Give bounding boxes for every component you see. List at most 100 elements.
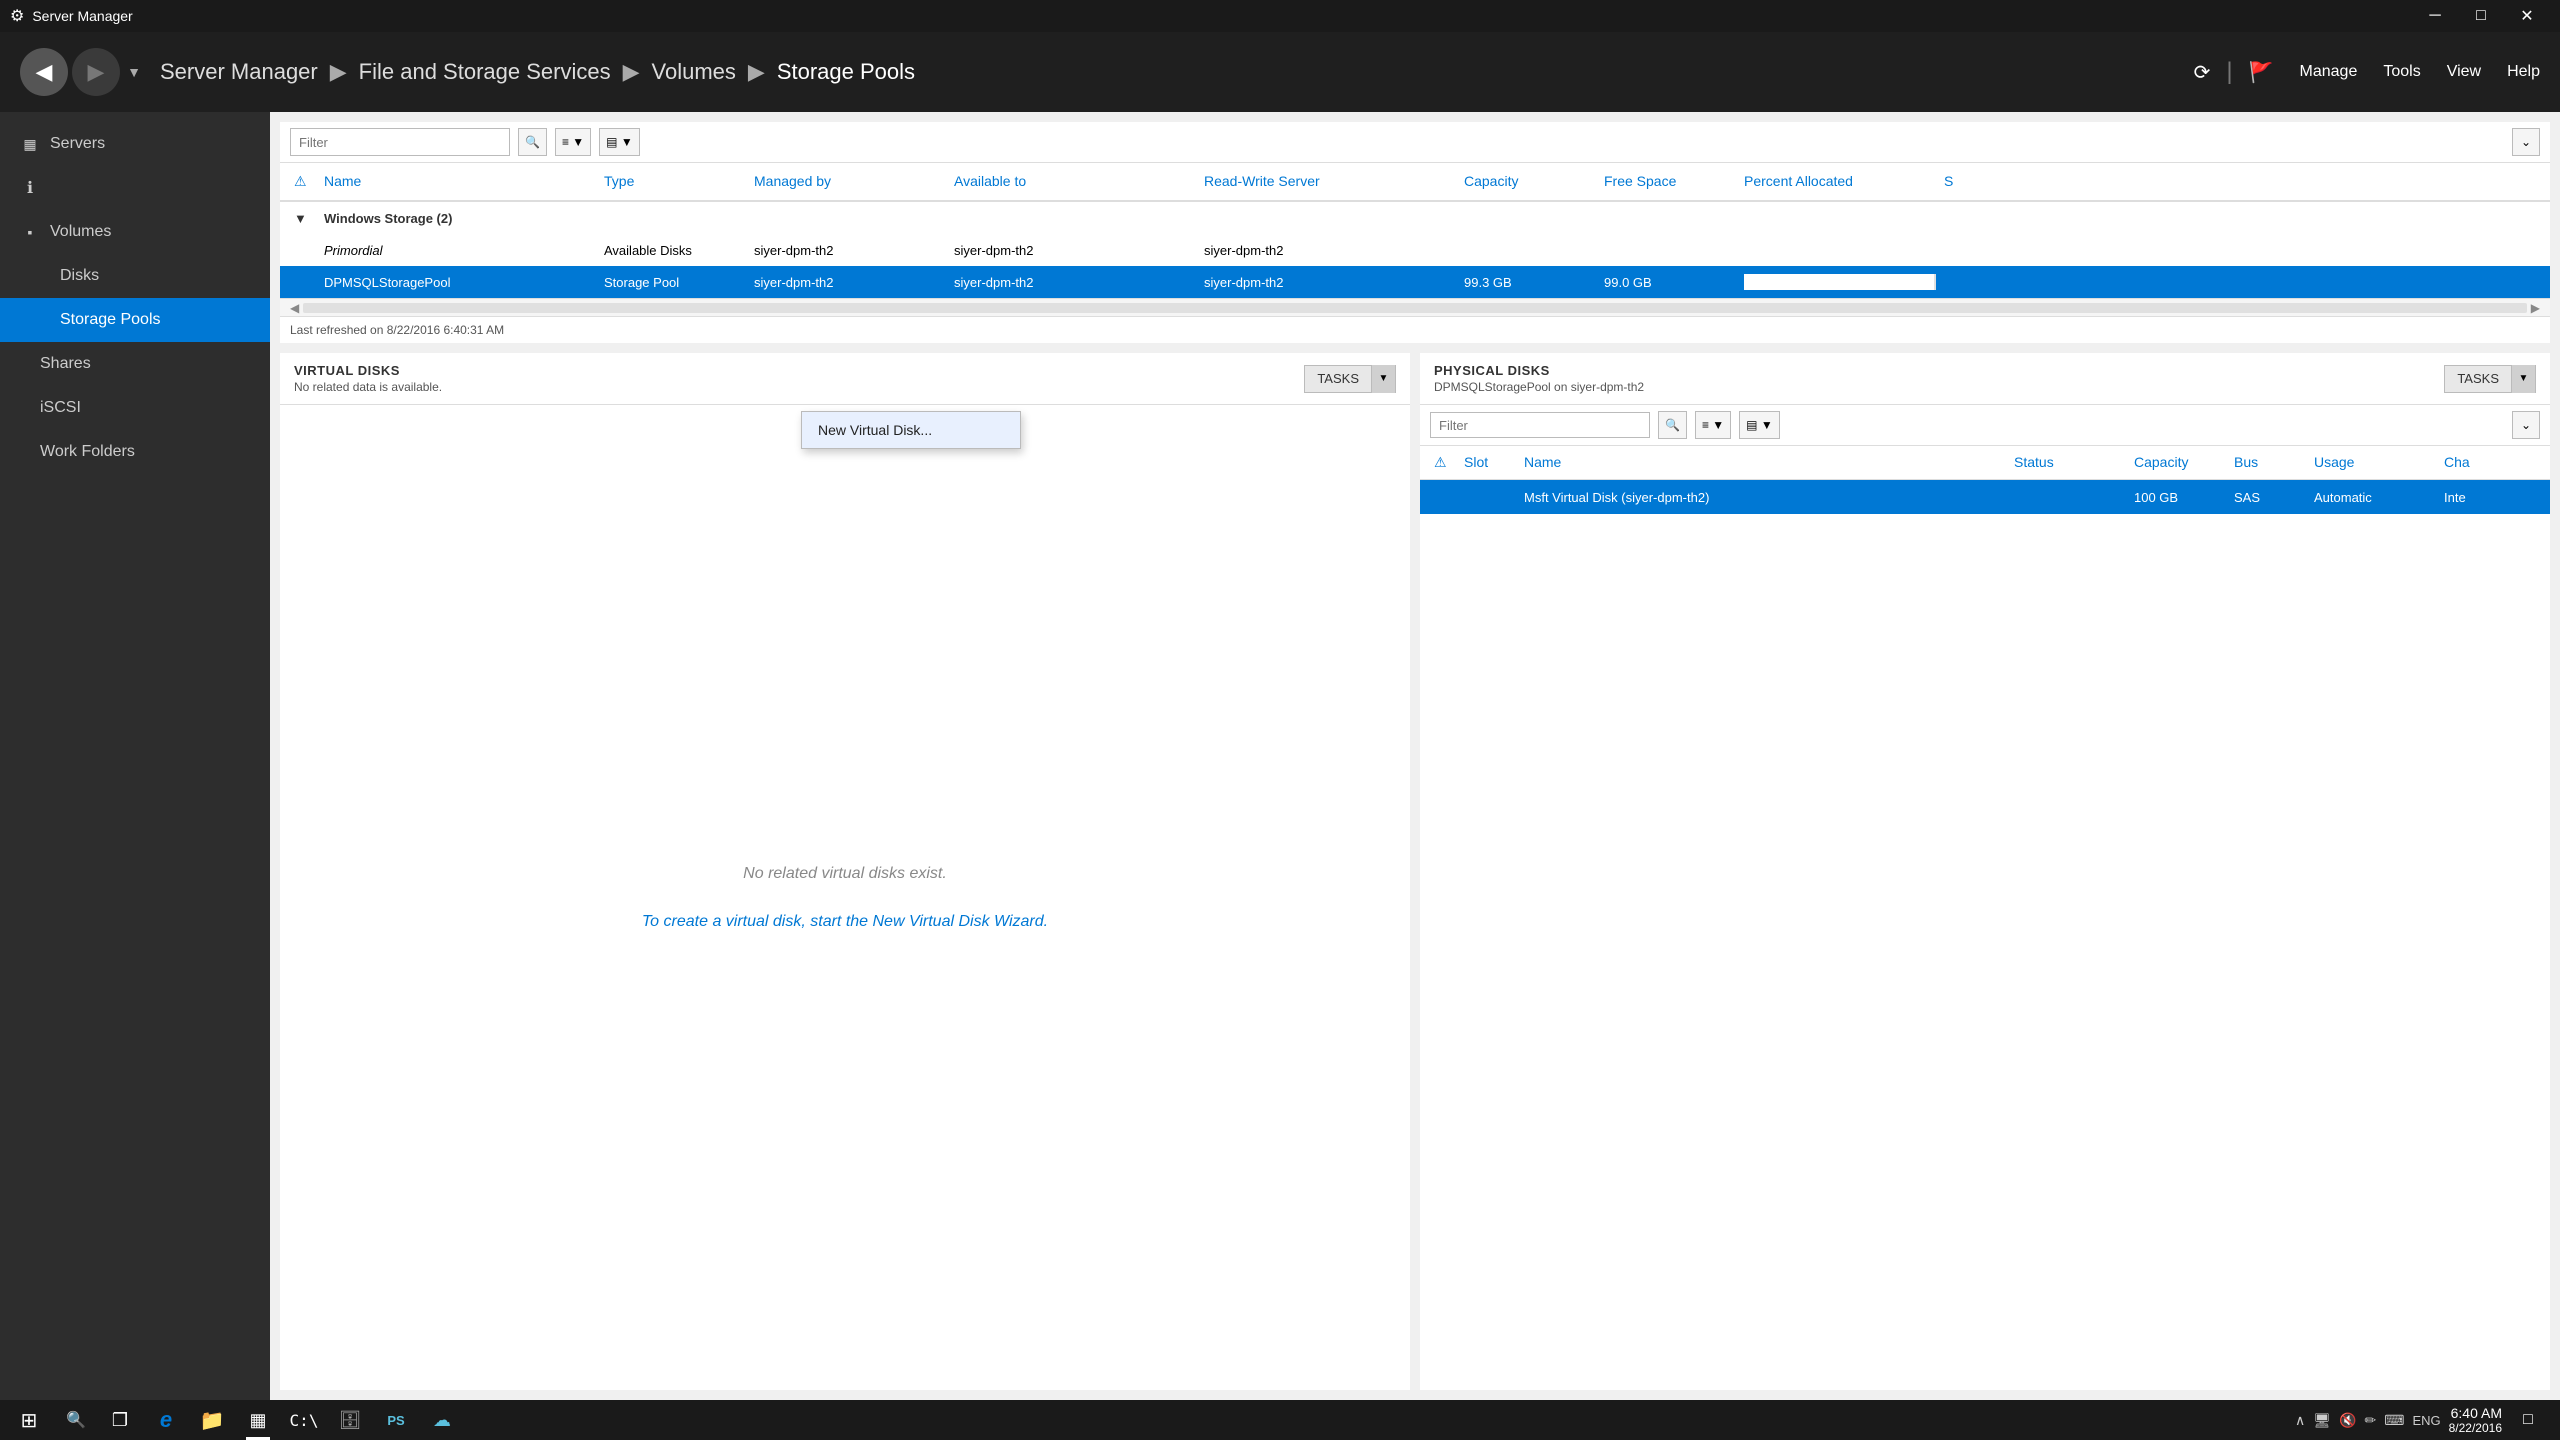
- row-rw-dpm: siyer-dpm-th2: [1200, 273, 1460, 292]
- back-button[interactable]: ◀: [20, 48, 68, 96]
- taskbar-task-view[interactable]: ❐: [98, 1400, 142, 1440]
- pd-tasks-button[interactable]: TASKS ▼: [2444, 365, 2536, 393]
- pd-filter-input[interactable]: [1430, 412, 1650, 438]
- row-type-dpm: Storage Pool: [600, 273, 750, 292]
- pd-tasks-arrow[interactable]: ▼: [2511, 365, 2535, 393]
- view-menu[interactable]: View: [2447, 63, 2481, 81]
- group-label: Windows Storage (2): [320, 209, 600, 228]
- pd-col-chassis[interactable]: Cha: [2440, 450, 2540, 475]
- sidebar-item-shares[interactable]: Shares: [0, 342, 270, 386]
- nav-right: ⟳ | 🚩 Manage Tools View Help: [2194, 58, 2540, 86]
- last-refreshed: Last refreshed on 8/22/2016 6:40:31 AM: [280, 316, 2550, 343]
- row-warn-dpm: [290, 280, 320, 284]
- tools-menu[interactable]: Tools: [2383, 63, 2420, 81]
- sidebar-disks-label: Disks: [60, 267, 99, 285]
- pd-col-bus[interactable]: Bus: [2230, 450, 2310, 475]
- col-free-space[interactable]: Free Space: [1600, 169, 1740, 194]
- pd-row-1[interactable]: Msft Virtual Disk (siyer-dpm-th2) 100 GB…: [1420, 480, 2550, 514]
- pd-col-usage[interactable]: Usage: [2310, 450, 2440, 475]
- tray-lang[interactable]: ENG: [2412, 1413, 2440, 1428]
- breadcrumb-storage-pools[interactable]: Storage Pools: [777, 59, 915, 85]
- breadcrumb-sep-1: ▶: [330, 59, 347, 85]
- group-expand-icon[interactable]: ▼: [290, 209, 320, 228]
- pool-search-button[interactable]: 🔍: [518, 128, 547, 156]
- flag-button[interactable]: 🚩: [2249, 60, 2274, 85]
- tray-pen[interactable]: ✏: [2364, 1412, 2376, 1429]
- pd-col-slot[interactable]: Slot: [1460, 450, 1520, 475]
- scroll-left-btn[interactable]: ◀: [290, 301, 299, 315]
- maximize-button[interactable]: □: [2458, 0, 2504, 32]
- help-menu[interactable]: Help: [2507, 63, 2540, 81]
- pd-col-warn: ⚠: [1430, 450, 1460, 475]
- titlebar-controls: ─ □ ✕: [2412, 0, 2550, 32]
- breadcrumb-server-manager[interactable]: Server Manager: [160, 59, 318, 85]
- sidebar-storage-pools-label: Storage Pools: [60, 311, 161, 329]
- pool-filter-input[interactable]: [290, 128, 510, 156]
- servers-icon: ▦: [20, 136, 40, 153]
- taskbar: ⊞ 🔍 ❐ e 📁 ▦ C:\ 🗄 PS ☁ ∧ 🖥 🔇 ✏ ⌨ ENG 6:4…: [0, 1400, 2560, 1440]
- col-percent-allocated[interactable]: Percent Allocated: [1740, 169, 1940, 194]
- new-virtual-disk-item[interactable]: New Virtual Disk...: [802, 412, 1020, 448]
- taskbar-azure[interactable]: ☁: [420, 1400, 464, 1440]
- col-managed-by[interactable]: Managed by: [750, 169, 950, 194]
- minimize-button[interactable]: ─: [2412, 0, 2458, 32]
- start-button[interactable]: ⊞: [4, 1400, 54, 1440]
- taskbar-powershell[interactable]: PS: [374, 1400, 418, 1440]
- pool-expand-button[interactable]: ⌄: [2512, 128, 2540, 156]
- taskbar-search-button[interactable]: 🔍: [56, 1400, 96, 1440]
- pool-scrollbar[interactable]: ◀ ▶: [280, 298, 2550, 316]
- vd-create-link[interactable]: To create a virtual disk, start the New …: [642, 913, 1048, 931]
- clock[interactable]: 6:40 AM 8/22/2016: [2449, 1405, 2502, 1435]
- pool-view-button1[interactable]: ≡ ▼: [555, 128, 591, 156]
- row-type-primordial: Available Disks: [600, 241, 750, 260]
- taskbar-explorer[interactable]: 📁: [190, 1400, 234, 1440]
- col-capacity[interactable]: Capacity: [1460, 169, 1600, 194]
- vd-tasks-button[interactable]: TASKS ▼: [1304, 365, 1396, 393]
- notification-button[interactable]: □: [2510, 1400, 2546, 1440]
- sidebar-item-disks[interactable]: Disks: [0, 254, 270, 298]
- pd-panel-header: PHYSICAL DISKS DPMSQLStoragePool on siye…: [1420, 353, 2550, 405]
- horiz-scrollbar[interactable]: [303, 303, 2527, 313]
- tray-up-arrow[interactable]: ∧: [2295, 1412, 2305, 1429]
- breadcrumb-volumes[interactable]: Volumes: [652, 59, 736, 85]
- pd-search-btn[interactable]: 🔍: [1658, 411, 1687, 439]
- col-rw-server[interactable]: Read-Write Server: [1200, 169, 1460, 194]
- pd-view-btn[interactable]: ≡ ▼: [1695, 411, 1731, 439]
- pd-col-name[interactable]: Name: [1520, 450, 2010, 475]
- manage-menu[interactable]: Manage: [2300, 63, 2358, 81]
- sidebar-item-dashboard[interactable]: ℹ: [0, 166, 270, 210]
- tray-volume-muted[interactable]: 🔇: [2339, 1412, 2356, 1429]
- col-s[interactable]: S: [1940, 169, 2000, 194]
- col-available-to[interactable]: Available to: [950, 169, 1200, 194]
- sidebar-item-storage-pools[interactable]: Storage Pools: [0, 298, 270, 342]
- sidebar-item-volumes[interactable]: ▪ Volumes: [0, 210, 270, 254]
- row-managed-dpm: siyer-dpm-th2: [750, 273, 950, 292]
- breadcrumb-file-storage[interactable]: File and Storage Services: [359, 59, 611, 85]
- vd-no-data-detail: No related virtual disks exist.: [743, 865, 947, 883]
- col-name[interactable]: Name: [320, 169, 600, 194]
- tray-network[interactable]: 🖥: [2313, 1412, 2331, 1429]
- taskbar-edge[interactable]: e: [144, 1400, 188, 1440]
- pool-row-primordial[interactable]: Primordial Available Disks siyer-dpm-th2…: [280, 234, 2550, 266]
- vd-tasks-arrow[interactable]: ▼: [1371, 365, 1395, 393]
- sidebar-item-servers[interactable]: ▦ Servers: [0, 122, 270, 166]
- pool-row-dpm[interactable]: DPMSQLStoragePool Storage Pool siyer-dpm…: [280, 266, 2550, 298]
- pd-sort-btn[interactable]: ▤ ▼: [1739, 411, 1780, 439]
- pd-col-status[interactable]: Status: [2010, 450, 2130, 475]
- pd-row-status: [2010, 495, 2130, 499]
- nav-dropdown-button[interactable]: ▼: [124, 48, 144, 96]
- refresh-button[interactable]: ⟳: [2194, 60, 2211, 85]
- close-button[interactable]: ✕: [2504, 0, 2550, 32]
- sidebar-item-iscsi[interactable]: iSCSI: [0, 386, 270, 430]
- pd-expand-btn[interactable]: ⌄: [2512, 411, 2540, 439]
- forward-button[interactable]: ▶: [72, 48, 120, 96]
- scroll-right-btn[interactable]: ▶: [2531, 301, 2540, 315]
- taskbar-server-manager[interactable]: ▦: [236, 1400, 280, 1440]
- pool-sort-button[interactable]: ▤ ▼: [599, 128, 640, 156]
- taskbar-sql[interactable]: 🗄: [328, 1400, 372, 1440]
- col-type[interactable]: Type: [600, 169, 750, 194]
- taskbar-cmd[interactable]: C:\: [282, 1400, 326, 1440]
- sidebar-item-work-folders[interactable]: Work Folders: [0, 430, 270, 474]
- tray-keyboard[interactable]: ⌨: [2384, 1412, 2404, 1429]
- pd-col-capacity[interactable]: Capacity: [2130, 450, 2230, 475]
